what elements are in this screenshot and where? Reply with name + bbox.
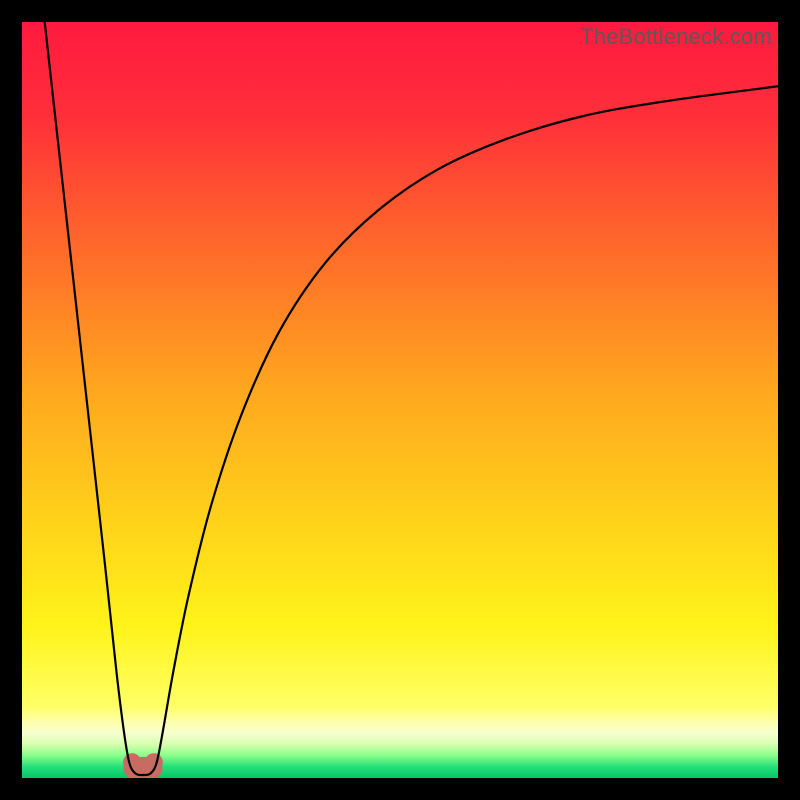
bottleneck-chart — [22, 22, 778, 778]
watermark-text: TheBottleneck.com — [580, 24, 772, 50]
chart-frame: TheBottleneck.com — [22, 22, 778, 778]
gradient-background — [22, 22, 778, 778]
